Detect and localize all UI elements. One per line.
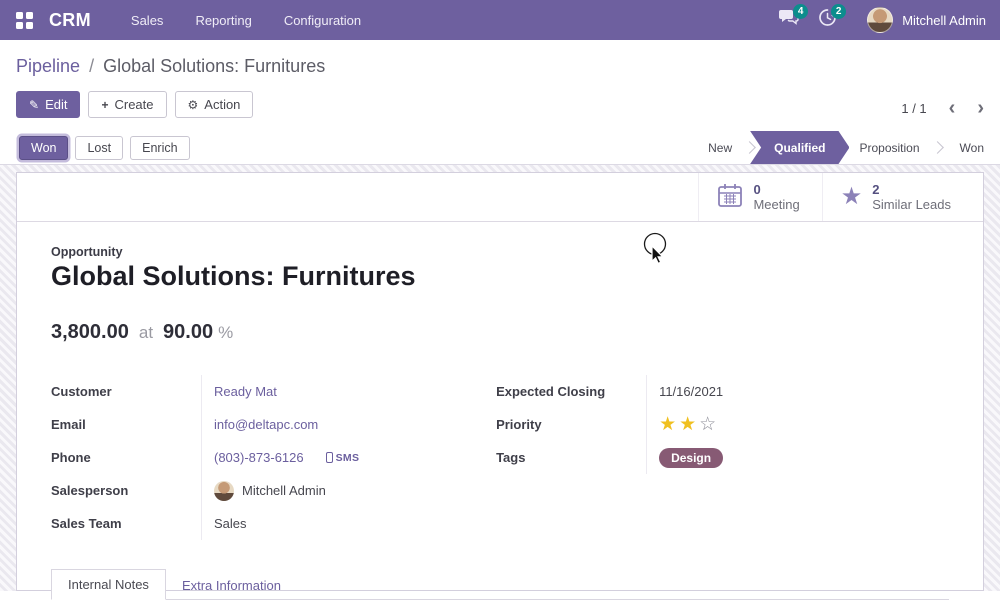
field-row-tags: Tags Design <box>496 441 949 474</box>
phone-label: Phone <box>51 450 201 465</box>
pager-next-icon[interactable]: › <box>977 99 984 117</box>
stat-button-row: 0 Meeting ★ 2 Similar Leads <box>17 173 983 222</box>
email-value-link[interactable]: info@deltapc.com <box>214 417 318 432</box>
apps-menu-icon[interactable] <box>16 12 33 29</box>
customer-value-link[interactable]: Ready Mat <box>214 384 277 399</box>
plus-icon: + <box>101 98 108 112</box>
sms-button[interactable]: SMS <box>326 452 360 464</box>
similar-leads-count: 2 <box>872 182 951 197</box>
breadcrumb: Pipeline / Global Solutions: Furnitures <box>16 53 984 79</box>
action-button[interactable]: ⚙ Action <box>175 91 254 118</box>
pager-value: 1 / 1 <box>901 101 926 116</box>
similar-leads-label: Similar Leads <box>872 197 951 212</box>
breadcrumb-pipeline-link[interactable]: Pipeline <box>16 56 80 76</box>
probability-value: 90.00 <box>163 321 213 344</box>
breadcrumb-separator: / <box>89 56 94 76</box>
nav-menu: Sales Reporting Configuration <box>131 13 361 28</box>
user-avatar <box>867 7 893 33</box>
calendar-icon <box>717 182 743 213</box>
messages-count-badge: 4 <box>793 4 808 19</box>
control-panel-buttons: ✎ Edit + Create ⚙ Action <box>16 90 984 119</box>
sales-team-value[interactable]: Sales <box>214 516 247 531</box>
expected-revenue-row: 3,800.00 at 90.00 % <box>51 321 949 344</box>
meetings-stat-button[interactable]: 0 Meeting <box>698 173 821 221</box>
star-icon: ★ <box>841 187 863 207</box>
messages-button[interactable]: 4 <box>777 8 801 32</box>
gear-icon: ⚙ <box>188 98 199 112</box>
stage-qualified[interactable]: Qualified <box>750 131 849 164</box>
status-buttons: Won Lost Enrich <box>16 136 190 160</box>
pencil-icon: ✎ <box>29 98 39 112</box>
record-sheet: 0 Meeting ★ 2 Similar Leads Opportunity … <box>16 172 984 591</box>
field-group-right: Expected Closing 11/16/2021 Priority ★ ★… <box>496 375 949 540</box>
salesperson-label: Salesperson <box>51 483 201 498</box>
star-filled-icon[interactable]: ★ <box>659 415 676 434</box>
field-row-expected-closing: Expected Closing 11/16/2021 <box>496 375 949 408</box>
edit-button[interactable]: ✎ Edit <box>16 91 80 118</box>
notebook-tabs: Internal Notes Extra Information <box>51 569 949 600</box>
pager-previous-icon[interactable]: ‹ <box>949 99 956 117</box>
meeting-label: Meeting <box>753 197 799 212</box>
customer-label: Customer <box>51 384 201 399</box>
user-name: Mitchell Admin <box>902 13 986 28</box>
tag-design[interactable]: Design <box>659 448 723 468</box>
sheet-body: Opportunity Global Solutions: Furnitures… <box>17 245 983 600</box>
navbar-right: 4 2 Mitchell Admin <box>777 0 986 40</box>
pager: 1 / 1 ‹ › <box>901 99 984 117</box>
tags-label: Tags <box>496 450 646 465</box>
field-group-left: Customer Ready Mat Email info@deltapc.co… <box>51 375 496 540</box>
stage-proposition[interactable]: Proposition <box>843 131 935 164</box>
email-label: Email <box>51 417 201 432</box>
priority-label: Priority <box>496 417 646 432</box>
user-menu[interactable]: Mitchell Admin <box>867 7 986 33</box>
percent-sign: % <box>218 323 233 343</box>
at-label: at <box>139 323 153 343</box>
create-button[interactable]: + Create <box>88 91 166 118</box>
similar-leads-stat-button[interactable]: ★ 2 Similar Leads <box>822 173 973 221</box>
field-row-phone: Phone (803)-873-6126 SMS <box>51 441 496 474</box>
phone-value-link[interactable]: (803)-873-6126 <box>214 450 304 465</box>
stage-pipeline: New Qualified Proposition Won <box>692 131 1000 164</box>
salesperson-avatar <box>214 481 234 501</box>
menu-configuration[interactable]: Configuration <box>284 13 361 28</box>
form-background: 0 Meeting ★ 2 Similar Leads Opportunity … <box>0 165 1000 591</box>
top-navbar: CRM Sales Reporting Configuration 4 <box>0 0 1000 40</box>
expected-closing-value[interactable]: 11/16/2021 <box>659 384 723 399</box>
salesperson-value[interactable]: Mitchell Admin <box>242 483 326 498</box>
page-title: Global Solutions: Furnitures <box>51 261 949 292</box>
activities-count-badge: 2 <box>831 4 846 19</box>
meeting-count: 0 <box>753 182 799 197</box>
expected-revenue-value: 3,800.00 <box>51 321 129 344</box>
mobile-phone-icon <box>326 452 333 463</box>
menu-sales[interactable]: Sales <box>131 13 164 28</box>
app-brand[interactable]: CRM <box>49 10 91 31</box>
lost-button[interactable]: Lost <box>75 136 123 160</box>
field-row-email: Email info@deltapc.com <box>51 408 496 441</box>
priority-stars: ★ ★ ☆ <box>659 415 716 434</box>
star-filled-icon[interactable]: ★ <box>679 415 696 434</box>
field-row-sales-team: Sales Team Sales <box>51 507 496 540</box>
tab-internal-notes[interactable]: Internal Notes <box>51 569 166 600</box>
stage-won[interactable]: Won <box>944 131 1000 164</box>
field-groups: Customer Ready Mat Email info@deltapc.co… <box>51 375 949 540</box>
won-button[interactable]: Won <box>19 136 68 160</box>
menu-reporting[interactable]: Reporting <box>195 13 251 28</box>
record-type-label: Opportunity <box>51 245 949 259</box>
statusbar: Won Lost Enrich New Qualified Propositio… <box>0 131 1000 165</box>
expected-closing-label: Expected Closing <box>496 384 646 399</box>
stage-new[interactable]: New <box>692 131 748 164</box>
field-row-priority: Priority ★ ★ ☆ <box>496 408 949 441</box>
activities-button[interactable]: 2 <box>815 8 839 32</box>
control-panel: Pipeline / Global Solutions: Furnitures … <box>0 40 1000 131</box>
breadcrumb-current: Global Solutions: Furnitures <box>103 56 325 76</box>
field-row-salesperson: Salesperson Mitchell Admin <box>51 474 496 507</box>
field-row-customer: Customer Ready Mat <box>51 375 496 408</box>
tab-extra-information[interactable]: Extra Information <box>166 571 297 600</box>
enrich-button[interactable]: Enrich <box>130 136 189 160</box>
star-empty-icon[interactable]: ☆ <box>699 415 716 434</box>
sales-team-label: Sales Team <box>51 516 201 531</box>
